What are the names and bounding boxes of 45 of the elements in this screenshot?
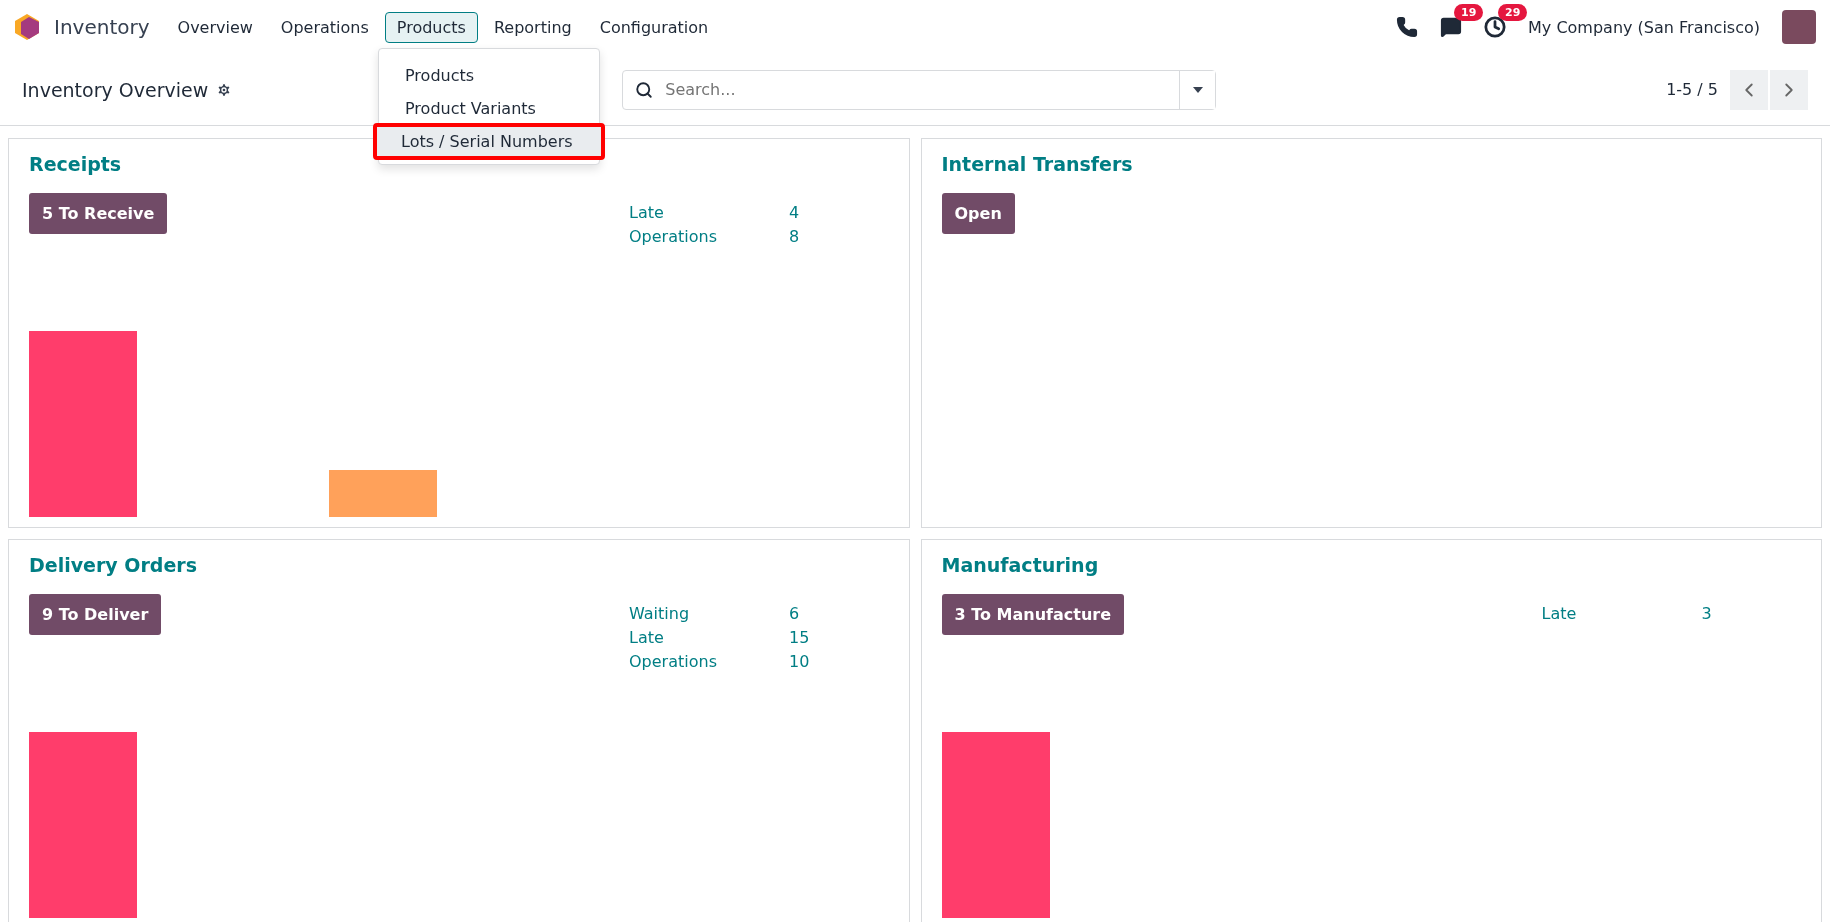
action-button[interactable]: Open	[941, 193, 1015, 234]
card-title[interactable]: Delivery Orders	[29, 554, 197, 576]
card-title[interactable]: Manufacturing	[941, 554, 1099, 576]
menu-item[interactable]: Configuration	[587, 11, 721, 43]
page-title: Inventory Overview	[22, 78, 209, 101]
search-icon	[635, 80, 654, 99]
stat-label[interactable]: Late	[629, 628, 789, 647]
phone-icon	[1396, 16, 1419, 38]
stat-label[interactable]: Late	[629, 203, 789, 222]
menu-item[interactable]: Products	[384, 11, 478, 43]
notification-badge: 19	[1454, 4, 1484, 21]
dropdown-item[interactable]: Products	[379, 59, 599, 92]
card-title[interactable]: Receipts	[29, 153, 122, 175]
pager-text: 1-5 / 5	[1666, 80, 1718, 99]
next-button[interactable]	[1770, 69, 1808, 110]
stat-label[interactable]: Late	[1541, 604, 1702, 623]
previous-button[interactable]	[1730, 69, 1768, 110]
action-button[interactable]: 3 To Manufacture	[941, 594, 1125, 635]
company-name[interactable]: My Company (San Francisco)	[1528, 17, 1760, 37]
card-title[interactable]: Internal Transfers	[941, 153, 1133, 175]
caret-button[interactable]	[1179, 70, 1216, 109]
logo-icon	[14, 13, 40, 41]
menu-item[interactable]: Reporting	[481, 11, 584, 43]
stat-value[interactable]: 4	[789, 203, 800, 222]
app-name: Inventory	[54, 15, 150, 39]
clock-icon	[1484, 16, 1507, 38]
stat-label[interactable]: Operations	[629, 227, 789, 246]
notification-badge: 29	[1498, 4, 1528, 21]
menu-item[interactable]: Operations	[268, 11, 381, 43]
chat-icon	[1440, 16, 1463, 38]
settings-icon[interactable]	[216, 81, 233, 98]
dropdown-item[interactable]: Product Variants	[379, 92, 599, 125]
action-button[interactable]: 9 To Deliver	[29, 594, 162, 635]
menu-item[interactable]: Overview	[165, 11, 265, 43]
stat-label[interactable]: Operations	[629, 652, 789, 671]
action-button[interactable]: 5 To Receive	[29, 193, 168, 234]
stat-value[interactable]: 8	[789, 227, 800, 246]
stat-value[interactable]: 3	[1701, 604, 1712, 623]
search-field[interactable]: Search...	[622, 69, 1217, 110]
stat-value[interactable]: 15	[789, 628, 810, 647]
stat-value[interactable]: 10	[789, 652, 810, 671]
dropdown-item[interactable]: Lots / Serial Numbers	[375, 125, 603, 158]
stat-label[interactable]: Waiting	[629, 604, 789, 623]
stat-value[interactable]: 6	[789, 604, 810, 623]
caret-icon	[1192, 86, 1203, 93]
